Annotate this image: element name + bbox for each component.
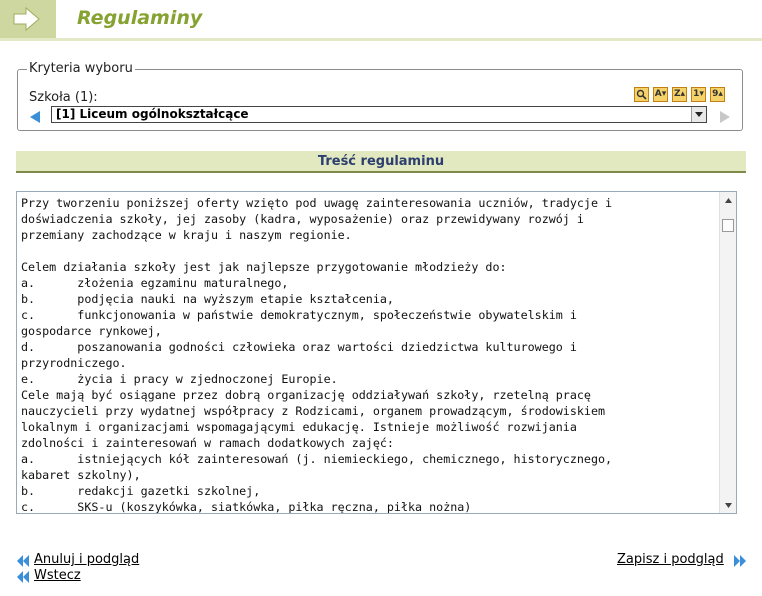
double-right-arrow-icon xyxy=(733,553,747,572)
sort-1-label: 1 xyxy=(693,89,700,99)
regulation-content-textarea[interactable]: Przy tworzeniu poniższej oferty wzięto p… xyxy=(16,191,737,514)
text-line: d. poszanowania godności człowieka oraz … xyxy=(21,340,577,354)
school-select[interactable]: [1] Liceum ogólnokształcące xyxy=(51,106,707,123)
triangle-right-icon xyxy=(720,111,730,123)
text-line: gospodarce rynkowej, xyxy=(21,324,162,338)
text-line: przemiany zachodzące w kraju i naszym re… xyxy=(21,228,352,242)
page-title: Regulaminy xyxy=(77,7,203,29)
text-line: c. SKS-u (koszykówka, siatkówka, piłka r… xyxy=(21,500,472,514)
back-link[interactable]: Wstecz xyxy=(34,568,81,583)
vertical-scrollbar[interactable] xyxy=(719,192,736,513)
scroll-down-icon[interactable] xyxy=(720,497,736,513)
section-title-bar: Treść regulaminu xyxy=(16,151,746,173)
school-label: Szkoła (1): xyxy=(29,90,98,105)
regulation-text: Przy tworzeniu poniższej oferty wzięto p… xyxy=(21,195,711,514)
next-school-button[interactable] xyxy=(718,109,732,128)
section-title: Treść regulaminu xyxy=(317,154,445,169)
text-line: przyrodniczego. xyxy=(21,356,127,370)
text-line: a. złożenia egzaminu maturalnego, xyxy=(21,276,289,290)
previous-school-button[interactable] xyxy=(28,109,42,128)
cancel-preview-link[interactable]: Anuluj i podgląd xyxy=(34,552,139,567)
text-line: kabaret szkolny), xyxy=(21,468,141,482)
text-line: e. życia i pracy w zjednoczonej Europie. xyxy=(21,372,338,386)
criteria-legend: Kryteria wyboru xyxy=(27,61,135,76)
sort-9-asc-icon[interactable]: 9 ▴ xyxy=(710,87,725,102)
text-line: b. podjęcia nauki na wyższym etapie kszt… xyxy=(21,292,394,306)
text-line: Przy tworzeniu poniższej oferty wzięto p… xyxy=(21,196,613,210)
school-select-value: [1] Liceum ogólnokształcące xyxy=(56,107,249,121)
sort-1-desc-icon[interactable]: 1 ▾ xyxy=(691,87,706,102)
sort-z-label: Z xyxy=(673,89,681,99)
text-line xyxy=(21,243,711,259)
sort-z-asc-icon[interactable]: Z ▴ xyxy=(672,87,687,102)
text-line: a. istniejących kół zainteresowań (j. ni… xyxy=(21,452,613,466)
sort-9-label: 9 xyxy=(712,89,719,99)
sort-toolbar: A ▾ Z ▴ 1 ▾ 9 ▴ xyxy=(634,87,725,102)
text-line: doświadczenia szkoły, jej zasoby (kadra,… xyxy=(21,212,584,226)
text-line: Celem działania szkoły jest jak najlepsz… xyxy=(21,260,507,274)
header-arrow-box xyxy=(0,0,56,38)
text-line: b. redakcji gazetki szkolnej, xyxy=(21,484,261,498)
text-line: nauczycieli przy wydatnej współpracy z R… xyxy=(21,404,606,418)
chevron-down-icon[interactable] xyxy=(691,107,706,122)
double-left-arrow-icon xyxy=(16,569,30,588)
scroll-thumb[interactable] xyxy=(722,219,734,232)
save-preview-link[interactable]: Zapisz i podgląd xyxy=(617,552,724,567)
sort-a-desc-icon[interactable]: A ▾ xyxy=(653,87,668,102)
triangle-left-icon xyxy=(30,111,40,123)
header-divider xyxy=(0,38,762,41)
search-icon[interactable] xyxy=(634,87,649,102)
arrow-right-icon xyxy=(13,6,40,32)
scroll-up-icon[interactable] xyxy=(720,192,736,208)
text-line: lokalnym i organizacjami wspomagającymi … xyxy=(21,420,577,434)
text-line: c. funkcjonowania w państwie demokratycz… xyxy=(21,308,577,322)
sort-a-label: A xyxy=(654,89,662,99)
text-line: Cele mają być osiągane przez dobrą organ… xyxy=(21,388,591,402)
page-header: Regulaminy xyxy=(0,0,762,41)
text-line: zdolności i zainteresowań w ramach dodat… xyxy=(21,436,394,450)
